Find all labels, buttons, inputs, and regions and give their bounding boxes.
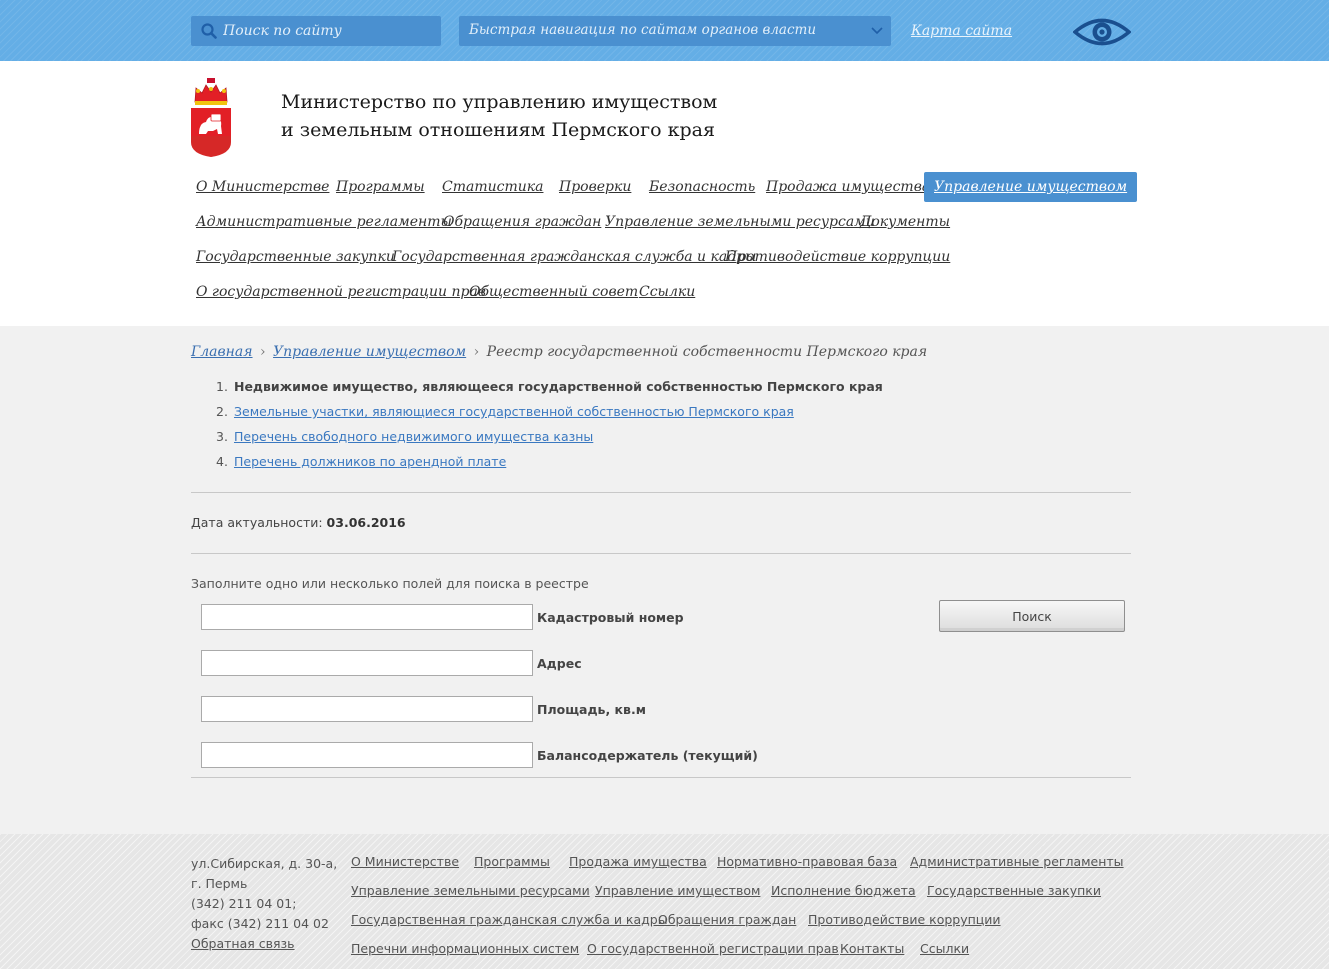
footer-link-civil-service[interactable]: Государственная гражданская служба и кад… <box>351 912 668 927</box>
ministry-title-line-1: Министерство по управлению имуществом <box>281 91 718 113</box>
content-area: Главная › Управление имуществом › Реестр… <box>0 326 1329 834</box>
nav-statistics[interactable]: Статистика <box>437 172 548 202</box>
footer-link-contacts[interactable]: Контакты <box>840 941 904 956</box>
registry-current-item: Недвижимое имущество, являющееся государ… <box>233 379 883 394</box>
nav-rights-registration[interactable]: О государственной регистрации прав <box>191 277 491 307</box>
address-line: г. Пермь <box>191 876 248 891</box>
footer-link-procurement[interactable]: Государственные закупки <box>927 883 1101 898</box>
nav-admin-regulations[interactable]: Административные регламенты <box>191 207 457 237</box>
footer-link-links[interactable]: Ссылки <box>920 941 969 956</box>
top-bar: Быстрая навигация по сайтам органов влас… <box>0 0 1329 61</box>
address-line: ул.Сибирская, д. 30-а, <box>191 856 338 871</box>
relevance-date-value: 03.06.2016 <box>326 515 406 530</box>
footer-link-info-systems[interactable]: Перечни информационных систем <box>351 941 579 956</box>
footer-link-rights-registration[interactable]: О государственной регистрации прав <box>587 941 839 956</box>
sitemap-link[interactable]: Карта сайта <box>911 23 1012 39</box>
site-search[interactable] <box>191 16 441 46</box>
feedback-link[interactable]: Обратная связь <box>191 936 295 951</box>
footer-link-property-sale[interactable]: Продажа имущества <box>569 854 707 869</box>
registry-link-free-property[interactable]: Перечень свободного недвижимого имуществ… <box>234 429 593 444</box>
search-icon <box>201 23 217 39</box>
footer-link-admin-regulations[interactable]: Административные регламенты <box>910 854 1124 869</box>
nav-about[interactable]: О Министерстве <box>191 172 334 202</box>
list-item: 4. Перечень должников по арендной плате <box>216 453 883 478</box>
balance-holder-label: Балансодержатель (текущий) <box>537 748 758 763</box>
area-label: Площадь, кв.м <box>537 702 646 717</box>
breadcrumb-section[interactable]: Управление имуществом <box>273 344 466 360</box>
registry-link-land[interactable]: Земельные участки, являющиеся государств… <box>234 404 794 419</box>
nav-property-sale[interactable]: Продажа имущества <box>761 172 935 202</box>
divider <box>191 777 1131 778</box>
nav-links[interactable]: Ссылки <box>634 277 700 307</box>
eye-icon[interactable] <box>1073 15 1131 49</box>
footer: ул.Сибирская, д. 30-а, г. Пермь (342) 21… <box>0 834 1329 969</box>
coat-of-arms-logo <box>191 78 231 157</box>
contact-address: ул.Сибирская, д. 30-а, г. Пермь (342) 21… <box>191 854 337 954</box>
nav-documents[interactable]: Документы <box>855 207 955 237</box>
breadcrumb-separator: › <box>259 344 266 360</box>
ministry-title-line-2: и земельным отношениям Пермского края <box>281 119 715 141</box>
form-hint: Заполните одно или несколько полей для п… <box>191 576 589 591</box>
footer-link-land-resources[interactable]: Управление земельными ресурсами <box>351 883 590 898</box>
cadastral-number-label: Кадастровый номер <box>537 610 684 625</box>
balance-holder-input[interactable] <box>201 742 533 768</box>
list-item: 2. Земельные участки, являющиеся государ… <box>216 403 883 428</box>
footer-link-anticorruption[interactable]: Противодействие коррупции <box>808 912 1001 927</box>
area-input[interactable] <box>201 696 533 722</box>
divider <box>191 553 1131 554</box>
breadcrumb-current: Реестр государственной собственности Пер… <box>486 344 928 360</box>
nav-inspections[interactable]: Проверки <box>554 172 636 202</box>
chevron-down-icon <box>871 27 883 35</box>
fax-line: факс (342) 211 04 02 <box>191 916 329 931</box>
cadastral-number-input[interactable] <box>201 604 533 630</box>
address-input[interactable] <box>201 650 533 676</box>
list-item-number: 2. <box>216 404 228 419</box>
list-item-number: 3. <box>216 429 228 444</box>
breadcrumb-separator: › <box>473 344 480 360</box>
nav-property-management[interactable]: Управление имуществом <box>924 172 1138 202</box>
nav-land-resources[interactable]: Управление земельными ресурсами <box>600 207 880 237</box>
breadcrumb-home[interactable]: Главная <box>191 344 253 360</box>
relevance-date: Дата актуальности: 03.06.2016 <box>191 515 406 530</box>
list-item-number: 1. <box>216 379 228 394</box>
nav-citizen-appeals[interactable]: Обращения граждан <box>438 207 606 237</box>
nav-programs[interactable]: Программы <box>331 172 430 202</box>
nav-civil-service[interactable]: Государственная гражданская служба и кад… <box>387 242 761 272</box>
quick-nav-label: Быстрая навигация по сайтам органов влас… <box>469 22 817 38</box>
footer-link-budget[interactable]: Исполнение бюджета <box>771 883 916 898</box>
search-button[interactable]: Поиск <box>939 600 1125 632</box>
nav-procurement[interactable]: Государственные закупки <box>191 242 400 272</box>
search-input[interactable] <box>223 16 433 46</box>
footer-link-programs[interactable]: Программы <box>474 854 550 869</box>
nav-anticorruption[interactable]: Противодействие коррупции <box>720 242 955 272</box>
relevance-date-label: Дата актуальности: <box>191 515 323 530</box>
list-item-number: 4. <box>216 454 228 469</box>
footer-link-property-management[interactable]: Управление имуществом <box>595 883 760 898</box>
address-label: Адрес <box>537 656 582 671</box>
quick-nav-select[interactable]: Быстрая навигация по сайтам органов влас… <box>459 16 891 46</box>
nav-public-council[interactable]: Общественный совет <box>464 277 643 307</box>
list-item: 1. Недвижимое имущество, являющееся госу… <box>216 378 883 403</box>
registry-list: 1. Недвижимое имущество, являющееся госу… <box>216 378 883 478</box>
ministry-title: Министерство по управлению имуществом и … <box>281 88 781 144</box>
phone-line: (342) 211 04 01; <box>191 896 297 911</box>
footer-link-citizen-appeals[interactable]: Обращения граждан <box>658 912 796 927</box>
nav-security[interactable]: Безопасность <box>644 172 760 202</box>
breadcrumb: Главная › Управление имуществом › Реестр… <box>191 344 927 360</box>
registry-link-debtors[interactable]: Перечень должников по арендной плате <box>234 454 506 469</box>
footer-link-legal-base[interactable]: Нормативно-правовая база <box>717 854 897 869</box>
divider <box>191 492 1131 493</box>
list-item: 3. Перечень свободного недвижимого имуще… <box>216 428 883 453</box>
footer-link-about[interactable]: О Министерстве <box>351 854 459 869</box>
